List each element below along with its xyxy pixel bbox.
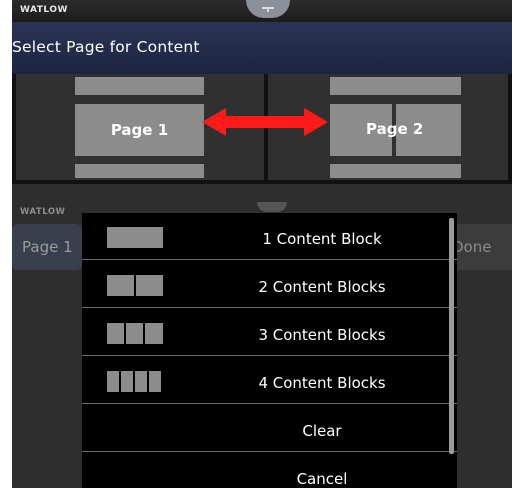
title-bar: Select Page for Content [12,22,512,74]
menu-tab-icon[interactable] [246,0,290,18]
menu-item-3-blocks[interactable]: 3 Content Blocks [82,311,457,357]
content-block-menu: 1 Content Block 2 Content Blocks 3 Conte… [82,213,457,488]
page2-label: Page 2 [366,120,424,138]
menu-item-label: 3 Content Blocks [258,326,386,344]
menu-scrollbar[interactable] [449,218,454,454]
one-block-icon [107,227,163,248]
menu-item-2-blocks[interactable]: 2 Content Blocks [82,263,457,309]
background-brand: WATLOW [20,207,66,217]
background-done-label: Done [452,238,492,256]
menu-item-label: 2 Content Blocks [258,278,386,296]
page1-top-stripe [75,77,204,95]
top-bar: WATLOW [12,0,512,22]
background-page-label: Page 1 [22,238,73,256]
page2-top-stripe [330,77,461,95]
double-arrow-icon [202,108,328,136]
menu-item-label: 1 Content Block [262,230,382,248]
menu-item-cancel[interactable]: Cancel [82,455,457,488]
device-screen: WATLOW Select Page for Content Page 1 Pa… [12,0,512,488]
menu-item-label: 4 Content Blocks [258,374,386,392]
menu-item-4-blocks[interactable]: 4 Content Blocks [82,359,457,405]
menu-item-1-block[interactable]: 1 Content Block [82,215,457,261]
menu-item-label: Clear [302,422,342,440]
three-blocks-icon [107,323,163,344]
page1-bottom-stripe [75,164,204,178]
two-blocks-icon [107,275,163,296]
menu-item-label: Cancel [296,470,348,488]
menu-item-clear[interactable]: Clear [82,407,457,453]
page1-tile[interactable]: Page 1 [75,104,204,156]
page-title: Select Page for Content [12,38,200,56]
page1-label: Page 1 [110,121,169,139]
page2-bottom-stripe [330,164,461,178]
brand-logo: WATLOW [20,5,68,15]
background-page-label-box: Page 1 [12,224,82,270]
four-blocks-icon [107,371,161,392]
